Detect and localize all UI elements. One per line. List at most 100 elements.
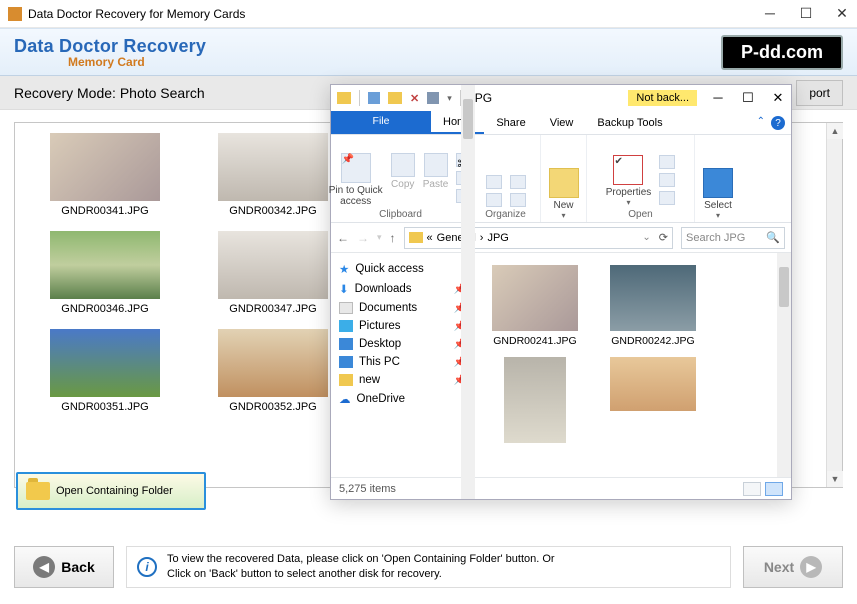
- pin-to-quick-access-button[interactable]: 📌 Pin to Quick access: [329, 153, 383, 207]
- nav-back-button[interactable]: ←: [337, 231, 349, 245]
- backup-warning-badge[interactable]: Not back...: [628, 90, 697, 106]
- move-to-icon[interactable]: [486, 175, 502, 189]
- tree-pictures[interactable]: Pictures📌: [331, 317, 474, 335]
- next-label: Next: [764, 559, 794, 575]
- chevron-down-icon[interactable]: ⌄: [642, 232, 650, 243]
- refresh-icon[interactable]: ⟳: [659, 231, 668, 244]
- file-thumbnail: [610, 357, 696, 411]
- open-containing-folder-button[interactable]: Open Containing Folder: [16, 472, 206, 510]
- breadcrumb-root[interactable]: «: [427, 232, 433, 244]
- select-label: Select: [704, 200, 732, 211]
- tree-downloads[interactable]: ⬇Downloads📌: [331, 279, 474, 299]
- explorer-titlebar[interactable]: ✕ ▾ JPG Not back... ─ ☐ ✕: [331, 85, 791, 111]
- tab-view[interactable]: View: [538, 111, 586, 134]
- history-icon[interactable]: [659, 191, 675, 205]
- qat-dropdown-icon[interactable]: ▾: [447, 93, 452, 104]
- copy-label: Copy: [391, 179, 414, 190]
- tree-label: Downloads: [355, 283, 412, 295]
- thumbnail[interactable]: GNDR00351.JPG: [25, 329, 185, 413]
- tree-onedrive[interactable]: ☁OneDrive: [331, 389, 474, 409]
- next-button[interactable]: Next ▶: [743, 546, 843, 588]
- ribbon-tabs: File Home Share View Backup Tools ⌃ ?: [331, 111, 791, 135]
- thumbnail[interactable]: GNDR00346.JPG: [25, 231, 185, 315]
- close-button[interactable]: ✕: [835, 5, 849, 22]
- details-view-icon[interactable]: [743, 482, 761, 496]
- tree-desktop[interactable]: Desktop📌: [331, 335, 474, 353]
- properties-button[interactable]: ✔ Properties ▾: [606, 155, 652, 207]
- thumbnail-image: [218, 133, 328, 201]
- scroll-down-icon[interactable]: ▼: [827, 471, 843, 487]
- nav-up-button[interactable]: ↑: [390, 231, 396, 245]
- file-item[interactable]: [485, 357, 585, 443]
- tab-backup-tools[interactable]: Backup Tools: [585, 111, 674, 134]
- help-icon[interactable]: ?: [771, 116, 785, 130]
- copy-to-icon[interactable]: [486, 193, 502, 207]
- breadcrumb-item[interactable]: JPG: [487, 232, 508, 244]
- paste-icon: [424, 153, 448, 177]
- arrow-left-icon: ◀: [33, 556, 55, 578]
- copy-button[interactable]: Copy: [391, 153, 415, 190]
- thumbnail[interactable]: GNDR00341.JPG: [25, 133, 185, 217]
- properties-icon[interactable]: [427, 92, 439, 104]
- thumbnail-caption: GNDR00342.JPG: [229, 205, 316, 217]
- app-banner: Data Doctor Recovery Memory Card P-dd.co…: [0, 28, 857, 76]
- search-input[interactable]: Search JPG 🔍: [681, 227, 785, 249]
- explorer-minimize-button[interactable]: ─: [711, 90, 725, 106]
- tree-documents[interactable]: Documents📌: [331, 299, 474, 317]
- tree-label: Pictures: [359, 320, 401, 332]
- rename-icon[interactable]: [510, 193, 526, 207]
- explorer-maximize-button[interactable]: ☐: [741, 90, 755, 106]
- tab-home[interactable]: Home: [431, 111, 484, 134]
- files-scrollbar[interactable]: [777, 253, 791, 477]
- thumbnail[interactable]: GNDR00347.JPG: [193, 231, 353, 315]
- nav-history-dropdown[interactable]: ▾: [377, 232, 382, 243]
- document-icon: [339, 302, 353, 314]
- support-button-partial[interactable]: port: [796, 80, 843, 106]
- back-button[interactable]: ◀ Back: [14, 546, 114, 588]
- thumbnail-image: [218, 231, 328, 299]
- file-thumbnail: [504, 357, 566, 443]
- thumbnail[interactable]: GNDR00352.JPG: [193, 329, 353, 413]
- pictures-icon: [339, 320, 353, 332]
- folder-icon[interactable]: [388, 92, 402, 104]
- app-titlebar: Data Doctor Recovery for Memory Cards ─ …: [0, 0, 857, 28]
- tree-quick-access[interactable]: ★Quick access: [331, 259, 474, 279]
- thumbnail-scrollbar[interactable]: ▲ ▼: [826, 123, 842, 487]
- delete-icon[interactable]: [510, 175, 526, 189]
- explorer-close-button[interactable]: ✕: [771, 90, 785, 106]
- large-icons-view-icon[interactable]: [765, 482, 783, 496]
- delete-icon[interactable]: ✕: [410, 92, 419, 105]
- paste-button[interactable]: Paste: [423, 153, 449, 190]
- scroll-up-icon[interactable]: ▲: [827, 123, 843, 139]
- open-icon[interactable]: [659, 155, 675, 169]
- edit-icon[interactable]: [659, 173, 675, 187]
- pin-icon: 📌: [341, 153, 371, 183]
- tab-share[interactable]: Share: [484, 111, 537, 134]
- item-count: 5,275 items: [339, 483, 396, 495]
- tree-this-pc[interactable]: This PC📌: [331, 353, 474, 371]
- tree-scrollbar[interactable]: [461, 253, 475, 477]
- pin-label: Pin to Quick access: [329, 185, 383, 207]
- nav-forward-button[interactable]: →: [357, 231, 369, 245]
- qat-icon[interactable]: [368, 92, 380, 104]
- thumbnail-caption: GNDR00347.JPG: [229, 303, 316, 315]
- tree-label: OneDrive: [357, 393, 406, 405]
- organize-group-label: Organize: [485, 209, 526, 220]
- thumbnail-image: [50, 231, 160, 299]
- ribbon-collapse-icon[interactable]: ⌃: [757, 116, 765, 134]
- info-line2: Click on 'Back' button to select another…: [167, 567, 555, 582]
- breadcrumb[interactable]: « General › JPG ⌄ ⟳: [404, 227, 673, 249]
- folder-icon: [26, 482, 50, 500]
- select-button[interactable]: Select ▾: [703, 168, 733, 220]
- info-line1: To view the recovered Data, please click…: [167, 552, 555, 567]
- maximize-button[interactable]: ☐: [799, 5, 813, 22]
- file-item[interactable]: [603, 357, 703, 443]
- tab-file[interactable]: File: [331, 111, 431, 134]
- file-item[interactable]: GNDR00241.JPG: [485, 265, 585, 347]
- minimize-button[interactable]: ─: [763, 5, 777, 22]
- file-item[interactable]: GNDR00242.JPG: [603, 265, 703, 347]
- folder-icon: [409, 232, 423, 243]
- new-folder-button[interactable]: New ▾: [549, 168, 579, 220]
- thumbnail-image: [50, 329, 160, 397]
- tree-folder-new[interactable]: new📌: [331, 371, 474, 389]
